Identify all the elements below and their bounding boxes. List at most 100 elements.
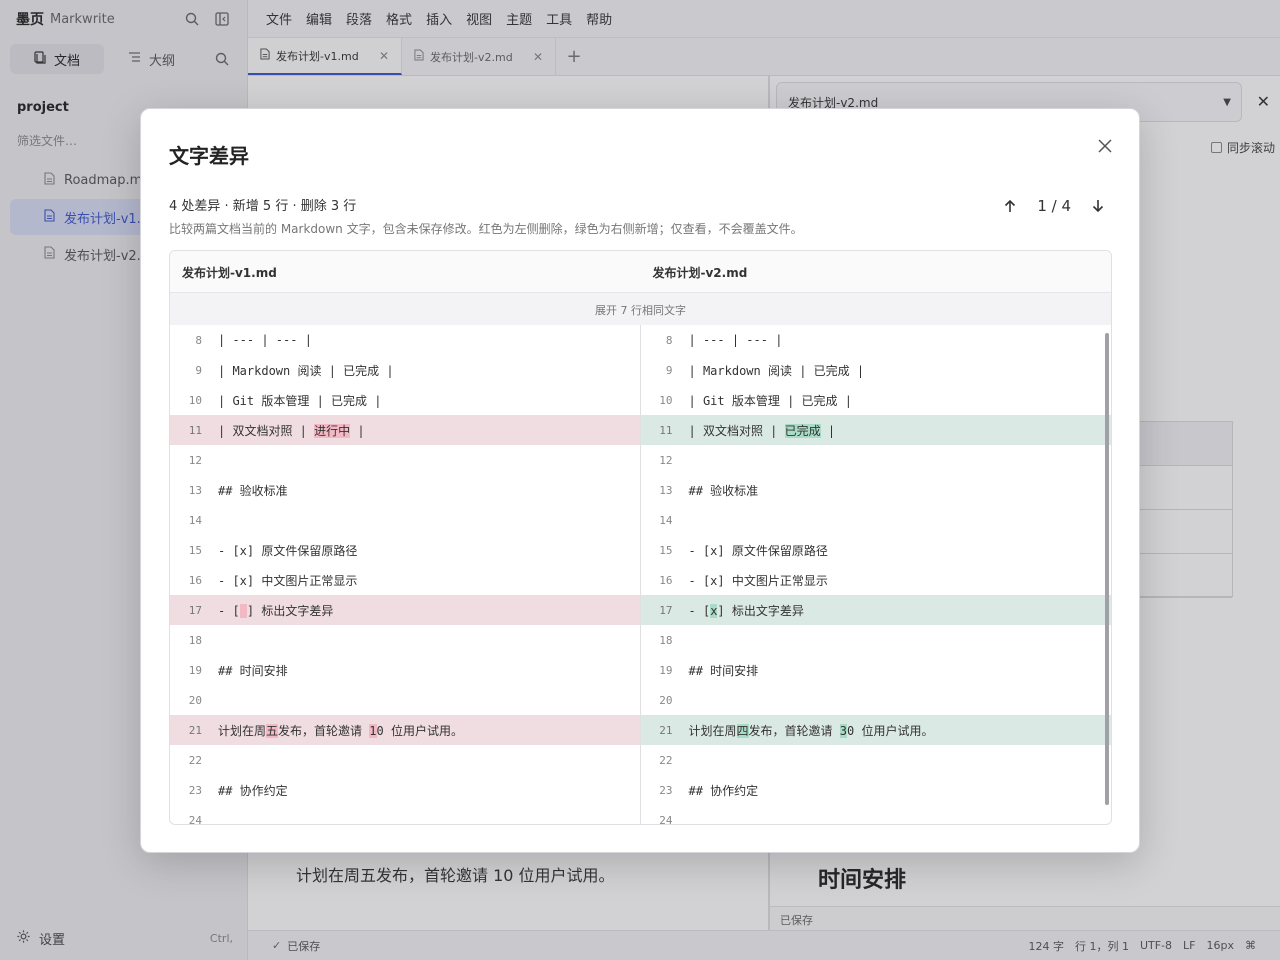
line-number: 8 — [665, 333, 673, 347]
line-number: 14 — [188, 513, 202, 527]
diff-line-removed: 17 - [ ] 标出文字差异 — [170, 595, 640, 625]
diff-line: 22 — [170, 745, 640, 775]
close-icon[interactable] — [1093, 134, 1117, 158]
diff-line: 14 — [641, 505, 1112, 535]
line-text: ## 时间安排 — [688, 663, 759, 678]
next-diff-button[interactable] — [1085, 193, 1111, 219]
line-text: 计划在周五发布，首轮邀请 10 位用户试用。 — [206, 722, 463, 739]
diff-line: 15 - [x] 原文件保留原路径 — [641, 535, 1112, 565]
diff-counter: 1 / 4 — [1037, 197, 1071, 215]
previous-diff-button[interactable] — [997, 193, 1023, 219]
unchanged-text: 0 位用户试用。 — [376, 723, 463, 738]
line-text: | --- | --- | — [218, 333, 312, 347]
line-number: 8 — [195, 333, 202, 347]
line-number: 24 — [659, 813, 673, 825]
line-number: 19 — [659, 663, 673, 677]
added-text: 3 — [839, 723, 847, 738]
unchanged-text: 发布，首轮邀请 — [278, 723, 370, 738]
line-text: ## 时间安排 — [218, 663, 288, 678]
line-number: 15 — [659, 543, 673, 557]
line-number: 17 — [188, 603, 202, 617]
diff-header: 发布计划-v1.md 发布计划-v2.md — [170, 251, 1111, 293]
unchanged-text: 计划在周 — [688, 723, 737, 738]
removed-text: 进行中 — [314, 423, 351, 438]
diff-line-added: 11 | 双文档对照 | 已完成 | — [640, 415, 1111, 445]
diff-summary: 4 处差异 · 新增 5 行 · 删除 3 行 — [169, 199, 357, 214]
line-text: - [x] 原文件保留原路径 — [218, 543, 358, 558]
expand-same-lines-button[interactable]: 展开 7 行相同文字 — [170, 293, 1111, 325]
line-number: 22 — [188, 753, 202, 767]
diff-line: 13 ## 验收标准 — [641, 475, 1112, 505]
diff-line: 15 - [x] 原文件保留原路径 — [170, 535, 640, 565]
line-number: 10 — [188, 393, 202, 407]
removed-text: 1 — [369, 723, 377, 738]
line-number: 18 — [659, 633, 673, 647]
diff-navigation: 1 / 4 — [997, 193, 1111, 219]
line-text: 计划在周四发布，首轮邀请 30 位用户试用。 — [677, 722, 934, 739]
removed-text: 五 — [266, 723, 279, 738]
unchanged-text: ] 标出文字差异 — [246, 603, 334, 618]
unchanged-text: | — [820, 423, 836, 438]
line-number: 20 — [188, 693, 202, 707]
line-number: 23 — [188, 783, 202, 797]
diff-line-removed: 11 | 双文档对照 | 进行中 | — [170, 415, 640, 445]
diff-line: 16 - [x] 中文图片正常显示 — [641, 565, 1112, 595]
line-text: ## 验收标准 — [218, 483, 288, 498]
added-text: 四 — [736, 723, 749, 738]
line-text: | Git 版本管理 | 已完成 | — [218, 393, 382, 408]
line-number: 16 — [188, 573, 202, 587]
line-text: | 双文档对照 | 进行中 | — [206, 422, 365, 439]
diff-line: 18 — [641, 625, 1112, 655]
line-text: - [x] 原文件保留原路径 — [688, 543, 828, 558]
line-number: 13 — [188, 483, 202, 497]
line-number: 16 — [659, 573, 673, 587]
unchanged-text: - [ — [218, 603, 240, 618]
diff-line: 10 | Git 版本管理 | 已完成 | — [170, 385, 640, 415]
line-number: 17 — [659, 603, 673, 617]
diff-line: 14 — [170, 505, 640, 535]
text-diff-dialog: 文字差异 4 处差异 · 新增 5 行 · 删除 3 行 比较两篇文档当前的 M… — [140, 108, 1140, 853]
diff-line-added: 17 - [x] 标出文字差异 — [640, 595, 1111, 625]
line-number: 13 — [659, 483, 673, 497]
dialog-title: 文字差异 — [169, 144, 249, 168]
right-pane: 8 | --- | --- | 9 | Markdown 阅读 | 已完成 | 10 | … — [640, 325, 1112, 825]
line-text: - [x] 中文图片正常显示 — [218, 573, 358, 588]
line-number: 9 — [665, 363, 673, 377]
line-text: | 双文档对照 | 已完成 | — [677, 422, 836, 439]
diff-line: 16 - [x] 中文图片正常显示 — [170, 565, 640, 595]
line-text: - [x] 标出文字差异 — [677, 602, 804, 619]
line-number: 10 — [659, 393, 673, 407]
unchanged-text: 0 位用户试用。 — [847, 723, 934, 738]
unchanged-text: | 双文档对照 | — [688, 423, 785, 438]
diff-viewer: 发布计划-v1.md 发布计划-v2.md 展开 7 行相同文字 8 | --- … — [169, 250, 1112, 825]
line-text: | Markdown 阅读 | 已完成 | — [218, 363, 394, 378]
diff-line: 19 ## 时间安排 — [641, 655, 1112, 685]
diff-scrollbar[interactable] — [1105, 333, 1109, 805]
diff-line: 12 — [641, 445, 1112, 475]
line-number: 22 — [659, 753, 673, 767]
line-number: 23 — [659, 783, 673, 797]
diff-line: 9 | Markdown 阅读 | 已完成 | — [170, 355, 640, 385]
diff-line: 20 — [170, 685, 640, 715]
unchanged-text: 计划在周 — [218, 723, 267, 738]
line-number: 9 — [195, 363, 202, 377]
diff-line-removed: 21 计划在周五发布，首轮邀请 10 位用户试用。 — [170, 715, 640, 745]
unchanged-text: | 双文档对照 | — [218, 423, 315, 438]
unchanged-text: | — [350, 423, 365, 438]
diff-line: 23 ## 协作约定 — [641, 775, 1112, 805]
diff-line: 10 | Git 版本管理 | 已完成 | — [641, 385, 1112, 415]
left-file-title: 发布计划-v1.md — [182, 266, 277, 280]
line-text: - [x] 中文图片正常显示 — [688, 573, 828, 588]
diff-line: 18 — [170, 625, 640, 655]
line-text: ## 协作约定 — [218, 783, 288, 798]
line-text: ## 验收标准 — [688, 483, 759, 498]
line-number: 20 — [659, 693, 673, 707]
diff-line: 8 | --- | --- | — [641, 325, 1112, 355]
diff-line: 20 — [641, 685, 1112, 715]
arrow-up-icon — [1005, 199, 1016, 212]
left-pane: 8 | --- | --- | 9 | Markdown 阅读 | 已完成 | 10 | … — [170, 325, 641, 825]
diff-line: 24 — [170, 805, 640, 825]
unchanged-text: 发布，首轮邀请 — [748, 723, 840, 738]
line-number: 14 — [659, 513, 673, 527]
line-number: 21 — [659, 723, 673, 737]
